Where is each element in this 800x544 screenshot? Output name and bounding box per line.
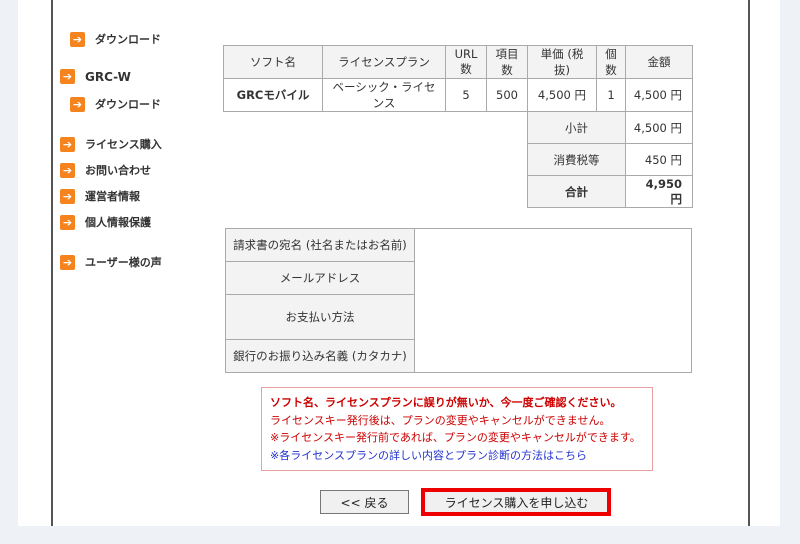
confirmation-notice: ソフト名、ライセンスプランに誤りが無いか、今一度ご確認ください。 ライセンスキー… xyxy=(261,387,653,471)
sidebar-item-grc-w[interactable]: ➔ GRC-W xyxy=(60,69,131,84)
sidebar-item-privacy[interactable]: ➔ 個人情報保護 xyxy=(60,214,151,230)
total-label: 合計 xyxy=(527,175,626,208)
payment-method-label: お支払い方法 xyxy=(225,294,415,340)
arrow-right-icon: ➔ xyxy=(60,136,75,152)
notice-line-1: ライセンスキー発行後は、プランの変更やキャンセルができません。 xyxy=(270,413,611,427)
arrow-right-icon: ➔ xyxy=(60,188,75,204)
subtotal-label: 小計 xyxy=(527,111,626,144)
header-amount: 金額 xyxy=(625,45,693,79)
email-label: メールアドレス xyxy=(225,261,415,295)
sidebar-item-user-voices[interactable]: ➔ ユーザー様の声 xyxy=(60,254,162,270)
tax-row: 消費税等 450 円 xyxy=(224,143,693,176)
sidebar-item-label: ライセンス購入 xyxy=(85,138,162,151)
page-right-border xyxy=(748,0,750,526)
sidebar-item-label: お問い合わせ xyxy=(85,164,151,177)
header-url-count: URL数 xyxy=(445,45,487,79)
sidebar-item-operator-info[interactable]: ➔ 運営者情報 xyxy=(60,188,140,204)
recipient-name-label: 請求書の宛名 (社名またはお名前) xyxy=(225,228,415,262)
notice-title: ソフト名、ライセンスプランに誤りが無いか、今一度ご確認ください。 xyxy=(270,396,622,409)
arrow-right-icon: ➔ xyxy=(70,96,85,112)
billing-info-table: 請求書の宛名 (社名またはお名前) メールアドレス お支払い方法 銀行のお振り込… xyxy=(225,228,692,373)
cell-unit-price: 4,500 円 xyxy=(527,78,597,112)
arrow-right-icon: ➔ xyxy=(60,214,75,230)
cell-amount: 4,500 円 xyxy=(625,78,693,112)
tax-label: 消費税等 xyxy=(527,143,626,176)
sidebar-item-label: 運営者情報 xyxy=(85,190,140,203)
notice-line-2: ※ライセンスキー発行前であれば、プランの変更やキャンセルができます。 xyxy=(270,431,641,444)
arrow-right-icon: ➔ xyxy=(60,254,75,270)
back-button[interactable]: << 戻る xyxy=(320,490,409,514)
tax-value: 450 円 xyxy=(625,143,693,176)
order-table: ソフト名 ライセンスプラン URL数 項目数 単価 (税抜) 個数 金額 GRC… xyxy=(223,45,693,208)
cell-software: GRCモバイル xyxy=(223,78,323,112)
cell-url-count: 5 xyxy=(445,78,487,112)
order-header-row: ソフト名 ライセンスプラン URL数 項目数 単価 (税抜) 個数 金額 xyxy=(223,45,693,79)
cell-plan: ベーシック・ライセンス xyxy=(322,78,446,112)
header-plan: ライセンスプラン xyxy=(322,45,446,79)
sidebar-item-label: GRC-W xyxy=(85,69,131,84)
subtotal-value: 4,500 円 xyxy=(625,111,693,144)
billing-values-cell xyxy=(414,228,692,373)
arrow-right-icon: ➔ xyxy=(60,162,75,178)
total-value: 4,950 円 xyxy=(625,175,693,208)
arrow-right-icon: ➔ xyxy=(60,69,75,84)
plan-details-link[interactable]: ※各ライセンスプランの詳しい内容とプラン診断の方法はこちら xyxy=(270,447,644,465)
total-row: 合計 4,950 円 xyxy=(224,175,693,208)
cell-quantity: 1 xyxy=(596,78,626,112)
header-unit-price: 単価 (税抜) xyxy=(527,45,597,79)
header-quantity: 個数 xyxy=(596,45,626,79)
sidebar-item-contact[interactable]: ➔ お問い合わせ xyxy=(60,162,151,178)
bank-transfer-name-label: 銀行のお振り込み名義 (カタカナ) xyxy=(225,339,415,373)
billing-row-recipient: 請求書の宛名 (社名またはお名前) xyxy=(225,228,692,373)
page-left-border xyxy=(51,0,53,526)
sidebar-item-label: ダウンロード xyxy=(95,98,161,111)
sidebar-item-license-purchase[interactable]: ➔ ライセンス購入 xyxy=(60,136,162,152)
apply-license-purchase-button[interactable]: ライセンス購入を申し込む xyxy=(423,490,610,514)
cell-item-count: 500 xyxy=(486,78,528,112)
table-row: GRCモバイル ベーシック・ライセンス 5 500 4,500 円 1 4,50… xyxy=(223,78,693,112)
page-container: ➔ ダウンロード ➔ GRC-W ➔ ダウンロード ➔ ライセンス購入 ➔ お問… xyxy=(18,0,780,526)
header-item-count: 項目数 xyxy=(486,45,528,79)
sidebar-item-download-2[interactable]: ➔ ダウンロード xyxy=(70,96,161,112)
sidebar-item-download-1[interactable]: ➔ ダウンロード xyxy=(70,31,161,47)
arrow-right-icon: ➔ xyxy=(70,31,85,47)
sidebar-item-label: ユーザー様の声 xyxy=(85,256,162,269)
sidebar-item-label: 個人情報保護 xyxy=(85,216,151,229)
subtotal-row: 小計 4,500 円 xyxy=(224,111,693,144)
sidebar-item-label: ダウンロード xyxy=(95,33,161,46)
header-software: ソフト名 xyxy=(223,45,323,79)
